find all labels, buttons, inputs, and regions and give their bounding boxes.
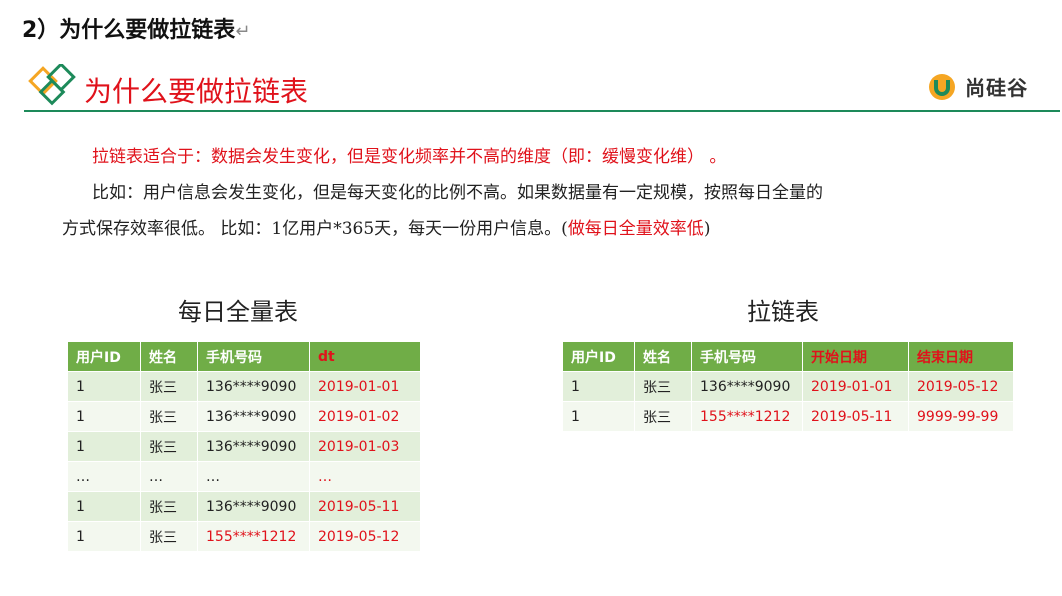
table-cell: … [309, 461, 421, 492]
table-cell: … [67, 461, 141, 492]
table-row: 1 张三 155****1212 2019-05-12 [67, 521, 421, 552]
table-cell: 1 [67, 371, 141, 402]
table-cell: 1 [67, 401, 141, 432]
brand-u-icon [929, 73, 955, 100]
example-paragraph-line1: 比如：用户信息会发生变化，但是每天变化的比例不高。如果数据量有一定规模，按照每日… [92, 183, 823, 203]
table-row: 1 张三 136****9090 2019-01-01 2019-05-12 [562, 371, 1014, 402]
column-header: 姓名 [140, 341, 198, 372]
table-cell: 2019-01-01 [309, 371, 421, 402]
column-header: dt [309, 341, 421, 372]
table-cell: 1 [67, 521, 141, 552]
column-header: 开始日期 [802, 341, 909, 372]
table-cell: 2019-01-01 [802, 371, 909, 402]
column-header: 用户ID [562, 341, 635, 372]
zip-table-title: 拉链表 [747, 298, 819, 326]
column-header: 手机号码 [691, 341, 803, 372]
table-cell: 2019-05-11 [309, 491, 421, 522]
column-header: 姓名 [634, 341, 692, 372]
table-cell: 9999-99-99 [908, 401, 1014, 432]
table-cell: 2019-05-12 [908, 371, 1014, 402]
column-header: 结束日期 [908, 341, 1014, 372]
table-cell: 136****9090 [197, 431, 310, 462]
table-cell: 张三 [140, 431, 198, 462]
table-cell: 2019-01-02 [309, 401, 421, 432]
table-cell: … [140, 461, 198, 492]
table-cell: 1 [562, 371, 635, 402]
table-cell: 张三 [634, 401, 692, 432]
table-cell: 155****1212 [197, 521, 310, 552]
table-row: 1 张三 155****1212 2019-05-11 9999-99-99 [562, 401, 1014, 432]
table-row: 1 张三 136****9090 2019-01-01 [67, 371, 421, 402]
title-divider [24, 110, 1060, 112]
table-cell: 2019-05-11 [802, 401, 909, 432]
column-header: 手机号码 [197, 341, 310, 372]
table-cell: 136****9090 [691, 371, 803, 402]
zipper-table: 用户ID 姓名 手机号码 开始日期 结束日期 1 张三 136****9090 … [562, 341, 1014, 432]
table-header-row: 用户ID 姓名 手机号码 dt [67, 341, 421, 372]
table-cell: 张三 [140, 491, 198, 522]
brand-name: 尚硅谷 [965, 76, 1029, 100]
table-cell: 136****9090 [197, 491, 310, 522]
table-cell: 2019-01-03 [309, 431, 421, 462]
section-heading: 2）为什么要做拉链表↵ [22, 18, 251, 43]
efficiency-note: 做每日全量效率低 [567, 219, 704, 239]
return-mark: ↵ [235, 21, 251, 42]
column-header: 用户ID [67, 341, 141, 372]
table-cell: … [197, 461, 310, 492]
full-snapshot-table: 用户ID 姓名 手机号码 dt 1 张三 136****9090 2019-01… [67, 341, 421, 552]
table-row: 1 张三 136****9090 2019-01-03 [67, 431, 421, 462]
table-cell: 张三 [140, 521, 198, 552]
example-paragraph-line2: 方式保存效率很低。 比如：1亿用户*365天，每天一份用户信息。(做每日全量效率… [62, 219, 711, 239]
table-cell: 155****1212 [691, 401, 803, 432]
full-table-title: 每日全量表 [178, 298, 298, 326]
slide-title: 为什么要做拉链表 [84, 75, 309, 108]
table-row: 1 张三 136****9090 2019-05-11 [67, 491, 421, 522]
table-cell: 2019-05-12 [309, 521, 421, 552]
table-cell: 1 [67, 431, 141, 462]
table-row: 1 张三 136****9090 2019-01-02 [67, 401, 421, 432]
diamond-logo-icon [28, 64, 76, 106]
table-row: … … … … [67, 461, 421, 492]
table-cell: 1 [562, 401, 635, 432]
table-header-row: 用户ID 姓名 手机号码 开始日期 结束日期 [562, 341, 1014, 372]
table-cell: 136****9090 [197, 371, 310, 402]
table-cell: 张三 [140, 401, 198, 432]
definition-paragraph: 拉链表适合于：数据会发生变化，但是变化频率并不高的维度（即：缓慢变化维） 。 [92, 147, 727, 167]
brand-logo: 尚硅谷 [928, 72, 1028, 102]
table-cell: 1 [67, 491, 141, 522]
table-cell: 136****9090 [197, 401, 310, 432]
table-cell: 张三 [634, 371, 692, 402]
table-cell: 张三 [140, 371, 198, 402]
